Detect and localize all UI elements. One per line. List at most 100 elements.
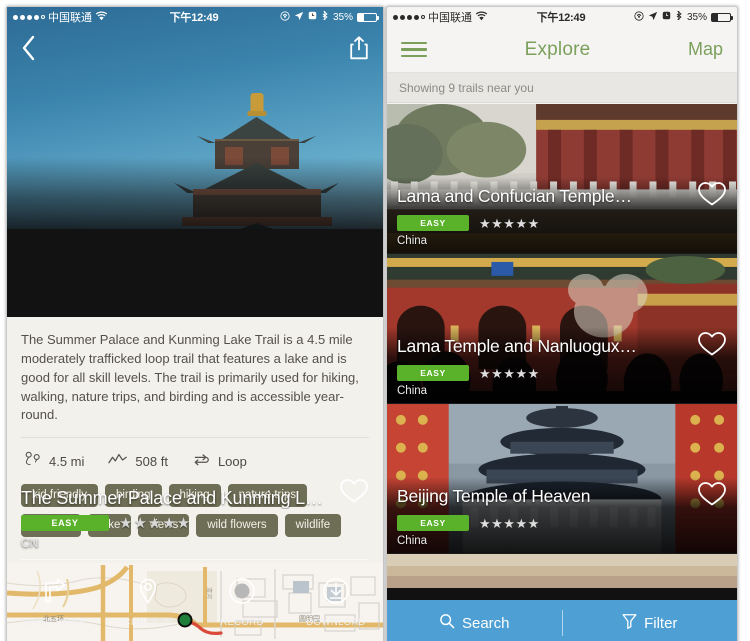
card-badges: EASY ★★★★★	[397, 365, 727, 381]
trail-detail-screen: 中国联通 下午12:49 35% The Summer Palace and K…	[6, 6, 384, 641]
checkin-label: CHECK IN	[123, 616, 173, 628]
alarm-clock-icon	[308, 11, 317, 23]
region-label: China	[397, 385, 428, 397]
card-title: Beijing Temple of Heaven	[397, 485, 591, 506]
detail-container: 中国联通 下午12:49 35% The Summer Palace and K…	[7, 7, 383, 641]
elevation-value: 508 ft	[135, 453, 168, 469]
funnel-filter-icon	[622, 613, 637, 633]
rating-stars: ★★★★★	[479, 365, 540, 381]
difficulty-rating-row: EASY ★★★★★	[21, 515, 369, 531]
action-bar: DIRECTIONS CHECK IN RECORD DOWNLOAD	[7, 558, 383, 641]
list-item[interactable]: Beijing Temple of Heaven EASY ★★★★★ Chin…	[387, 404, 737, 554]
page-title: The Summer Palace and Kunming L…	[21, 487, 323, 508]
directions-label: DIRECTIONS	[22, 616, 86, 628]
map-pin-icon	[135, 577, 161, 610]
status-bar-right: 35%	[634, 10, 733, 24]
rating-stars: ★★★★★	[479, 215, 540, 231]
bluetooth-icon	[675, 10, 683, 24]
download-label: DOWNLOAD	[306, 616, 366, 628]
wifi-icon	[95, 11, 108, 24]
carrier-label: 中国联通	[48, 12, 92, 24]
card-title-row: Beijing Temple of Heaven	[397, 480, 727, 512]
distance-pin-icon	[23, 450, 42, 472]
battery-icon	[357, 12, 379, 22]
share-button[interactable]	[349, 36, 369, 60]
favorite-button[interactable]	[697, 180, 727, 212]
directions-arrow-icon	[40, 577, 68, 610]
card-title-row: Lama Temple and Nanluogux…	[397, 330, 727, 362]
trail-card-list[interactable]: Lama and Confucian Temple… EASY ★★★★★ Ch…	[387, 104, 737, 600]
page-title: Explore	[524, 38, 591, 60]
battery-icon	[711, 12, 733, 22]
explore-container: 中国联通 下午12:49 35% Explore Map Showing 9 t…	[387, 7, 737, 641]
difficulty-badge: EASY	[397, 215, 469, 231]
favorite-button[interactable]	[697, 330, 727, 362]
clock-label: 下午12:49	[169, 12, 219, 24]
location-arrow-icon	[648, 11, 658, 24]
download-button[interactable]: DOWNLOAD	[289, 577, 383, 628]
hamburger-menu-icon[interactable]	[401, 41, 427, 58]
list-item[interactable]: Lama and Confucian Temple… EASY ★★★★★ Ch…	[387, 104, 737, 254]
signal-dots-icon	[13, 14, 45, 20]
action-bar-background	[7, 229, 383, 317]
favorite-button[interactable]	[339, 477, 369, 509]
route-type-value: Loop	[217, 453, 247, 469]
card-info: Lama and Confucian Temple… EASY ★★★★★ Ch…	[387, 180, 737, 247]
record-circle-icon	[228, 577, 256, 610]
card-title-row: Lama and Confucian Temple…	[397, 180, 727, 212]
trail-title-row: The Summer Palace and Kunming L…	[21, 477, 369, 509]
trail-stats: 4.5 mi 508 ft Loop	[7, 438, 383, 482]
screenshot-root: 中国联通 下午12:49 35% The Summer Palace and K…	[0, 0, 750, 641]
status-bar: 中国联通 下午12:49 35%	[387, 7, 737, 27]
back-button[interactable]	[21, 35, 37, 61]
difficulty-badge: EASY	[21, 515, 109, 531]
alarm-clock-icon	[662, 11, 671, 23]
map-toggle-button[interactable]: Map	[688, 39, 723, 60]
trail-description: The Summer Palace and Kunming Lake Trail…	[21, 332, 359, 423]
card-info: Lama Temple and Nanluogux… EASY ★★★★★ Ch…	[387, 330, 737, 397]
filter-label: Filter	[644, 614, 678, 632]
bluetooth-icon	[321, 10, 329, 24]
card-title: Lama Temple and Nanluogux…	[397, 335, 637, 356]
region-label: China	[397, 235, 428, 247]
trail-summary: The Summer Palace and Kunming L… EASY ★★…	[7, 477, 383, 558]
card-title: Lama and Confucian Temple…	[397, 185, 632, 206]
status-bar-right: 35%	[280, 10, 379, 24]
search-button[interactable]: Search	[387, 600, 562, 641]
card-badges: EASY ★★★★★	[397, 215, 727, 231]
wifi-icon	[475, 11, 488, 24]
stat-elevation: 508 ft	[108, 453, 168, 470]
loop-arrows-icon	[192, 452, 211, 471]
record-button[interactable]: RECORD	[195, 577, 289, 628]
record-label: RECORD	[220, 616, 264, 628]
download-icon	[322, 577, 350, 610]
elevation-chart-icon	[108, 453, 128, 470]
rating-stars: ★★★★★	[119, 514, 192, 532]
filter-button[interactable]: Filter	[563, 600, 738, 641]
list-item-partial[interactable]	[387, 554, 737, 588]
checkin-button[interactable]: CHECK IN	[101, 577, 195, 628]
list-item[interactable]: Lama Temple and Nanluogux… EASY ★★★★★ Ch…	[387, 254, 737, 404]
difficulty-badge: EASY	[397, 365, 469, 381]
directions-button[interactable]: DIRECTIONS	[7, 577, 101, 628]
location-arrow-icon	[294, 11, 304, 24]
stat-route-type: Loop	[192, 452, 247, 471]
rating-stars: ★★★★★	[479, 515, 540, 531]
status-bar-left: 中国联通	[13, 9, 108, 25]
difficulty-badge: EASY	[397, 515, 469, 531]
status-bar-left: 中国联通	[393, 9, 488, 25]
bottom-toolbar: Search Filter	[387, 600, 737, 641]
clock-label: 下午12:49	[536, 12, 586, 24]
rotation-lock-icon	[280, 10, 290, 24]
battery-percent-label: 35%	[332, 11, 353, 23]
explore-nav-bar: Explore Map	[387, 27, 737, 73]
detail-nav-bar	[7, 27, 383, 69]
favorite-button[interactable]	[697, 480, 727, 512]
region-label: CN	[21, 536, 39, 550]
explore-screen: 中国联通 下午12:49 35% Explore Map Showing 9 t…	[386, 6, 738, 641]
hero-gradient-overlay	[7, 157, 383, 231]
signal-dots-icon	[393, 14, 425, 20]
region-label: China	[397, 535, 428, 547]
search-label: Search	[461, 614, 510, 632]
rotation-lock-icon	[634, 10, 644, 24]
